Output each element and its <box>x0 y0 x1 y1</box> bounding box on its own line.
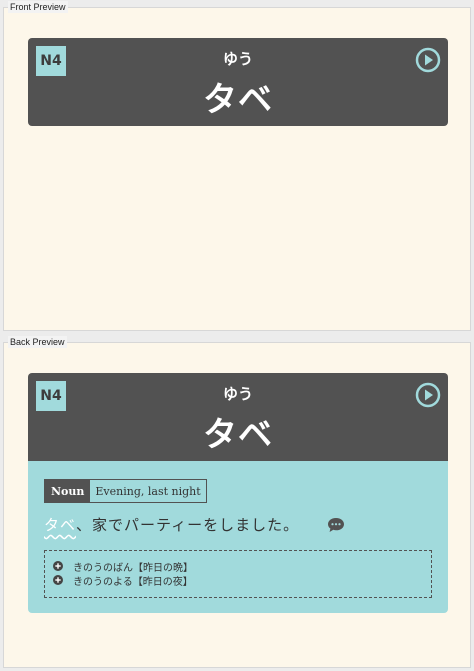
word-reading: ゆう <box>222 50 253 68</box>
list-item: きのうのよる【昨日の夜】 <box>53 573 431 588</box>
play-circle-icon[interactable] <box>415 47 441 73</box>
part-of-speech-tag: Noun <box>45 480 91 502</box>
back-preview-panel: Back Preview N4 ゆう タベ Noun Evening, last… <box>3 336 471 668</box>
front-preview-panel: Front Preview N4 ゆう タベ <box>3 1 471 331</box>
definition-row: Noun Evening, last night <box>44 479 207 503</box>
meaning-text: Evening, last night <box>95 484 201 498</box>
plus-circle-icon[interactable] <box>53 575 63 585</box>
back-preview-label: Back Preview <box>8 336 67 348</box>
back-card: N4 ゆう タベ Noun Evening, last night タベ 、家で… <box>28 373 448 613</box>
example-sentence: タベ 、家でパーティーをしました。 <box>44 514 345 535</box>
front-card: N4 ゆう タベ <box>28 38 448 126</box>
speech-bubble-icon[interactable] <box>327 517 345 533</box>
play-circle-icon[interactable] <box>415 382 441 408</box>
word-reading: ゆう <box>222 385 253 403</box>
front-preview-label: Front Preview <box>8 1 68 13</box>
sentence-highlight-word: タベ <box>44 516 77 534</box>
related-reading-text: きのうのよる【昨日の夜】 <box>73 576 193 588</box>
related-readings-box: きのうのばん【昨日の晩】 きのうのよる【昨日の夜】 <box>44 550 432 598</box>
word-kanji: タベ <box>203 415 273 455</box>
list-item: きのうのばん【昨日の晩】 <box>53 559 431 574</box>
front-card-header: N4 ゆう タベ <box>28 38 448 126</box>
plus-circle-icon[interactable] <box>53 561 63 571</box>
related-reading-text: きのうのばん【昨日の晩】 <box>73 562 193 574</box>
word-kanji: タベ <box>203 80 273 120</box>
back-card-body: Noun Evening, last night タベ 、家でパーティーをしまし… <box>28 461 448 613</box>
back-card-header: N4 ゆう タベ <box>28 373 448 461</box>
sentence-rest: 、家でパーティーをしました。 <box>76 516 300 534</box>
